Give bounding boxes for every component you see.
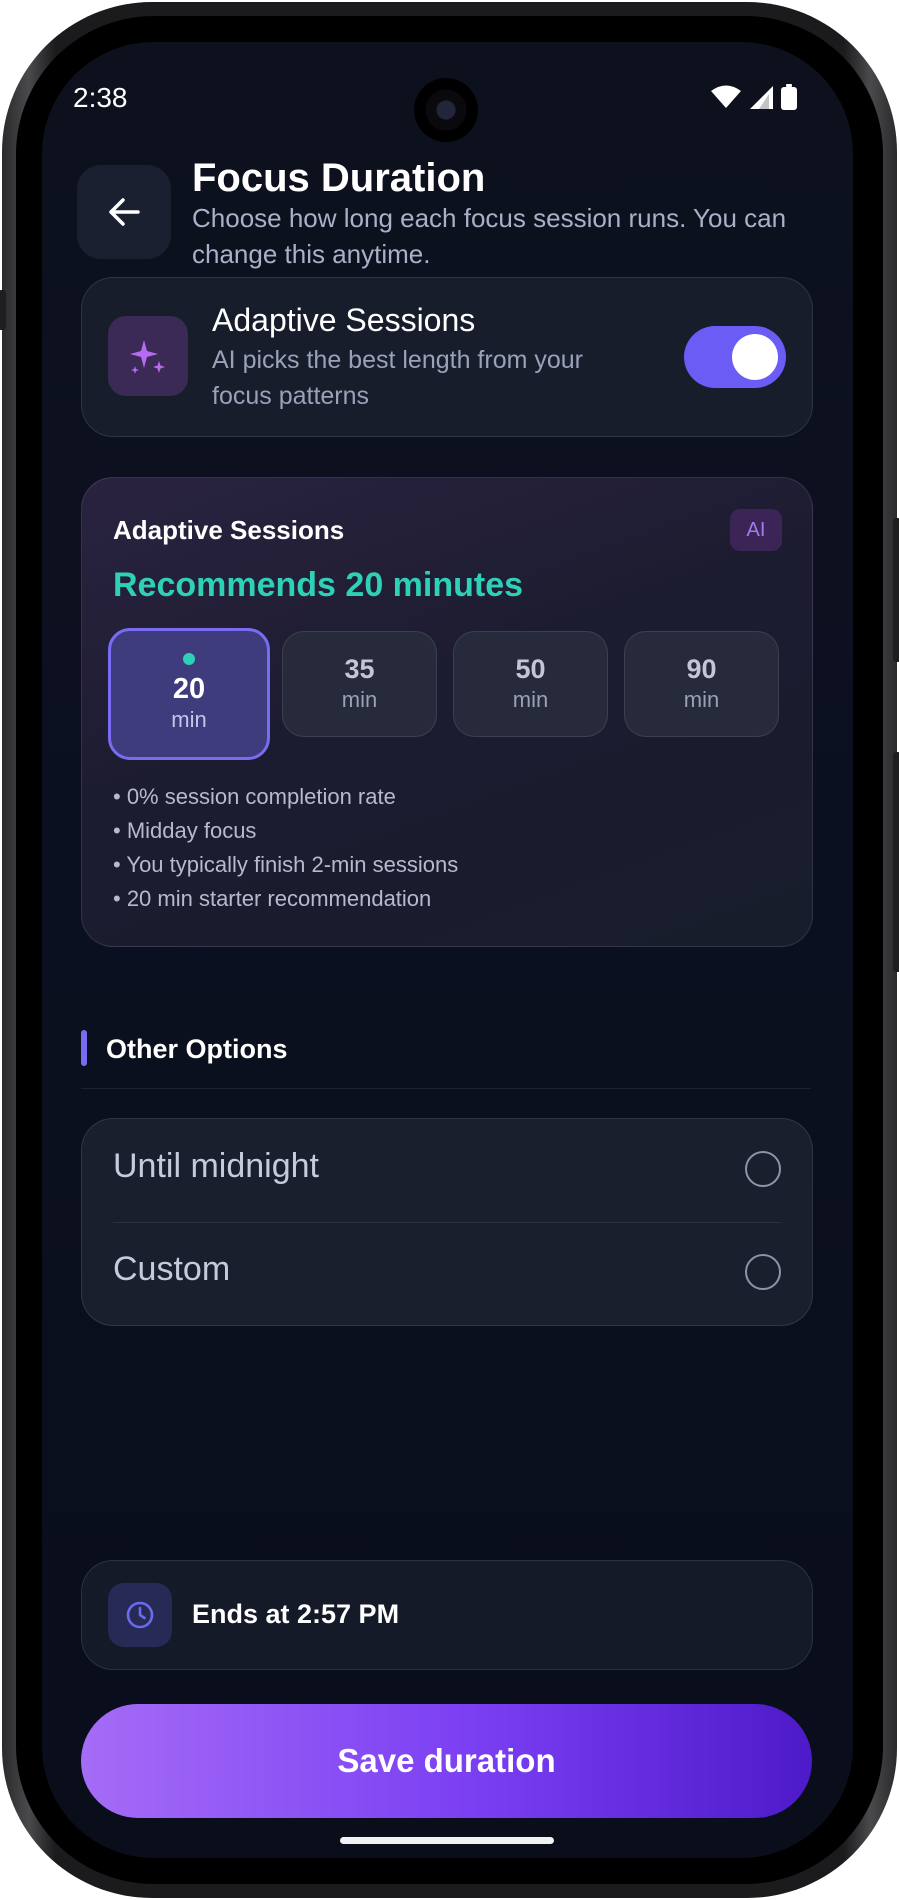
duration-unit: min [683, 687, 720, 712]
page-subtitle: Choose how long each focus session runs.… [192, 203, 787, 269]
other-options-title: Other Options [106, 1034, 288, 1064]
home-indicator[interactable] [340, 1837, 554, 1844]
page-title: Focus Duration [192, 156, 486, 200]
clock-icon [126, 1601, 154, 1629]
side-button-right-1 [893, 518, 899, 662]
volume-button [0, 290, 6, 330]
toggle-knob [732, 334, 778, 380]
recommendation-label: Adaptive Sessions [113, 515, 345, 545]
status-icons [711, 84, 797, 110]
recommendation-headline: Recommends 20 minutes [113, 566, 524, 604]
reason-item: • 0% session completion rate [113, 784, 396, 809]
duration-value: 50 [515, 654, 546, 684]
duration-value: 20 [172, 673, 206, 705]
adaptive-sessions-title: Adaptive Sessions [212, 302, 476, 338]
front-camera [414, 78, 478, 142]
ai-badge: AI [730, 509, 782, 551]
duration-value: 35 [344, 654, 375, 684]
screen: 2:38 Focus Duration Choose how long each… [42, 42, 853, 1858]
status-time: 2:38 [73, 82, 128, 113]
duration-option-90[interactable]: 90 min [624, 631, 779, 737]
clock-icon-box [108, 1583, 172, 1647]
back-arrow-icon [109, 198, 140, 226]
section-divider [81, 1088, 811, 1089]
recommendation-card: Adaptive Sessions AI Recommends 20 minut… [81, 477, 813, 947]
sparkle-icon [130, 340, 165, 374]
other-options-card: Until midnight Custom [81, 1118, 813, 1326]
option-label: Custom [113, 1250, 231, 1288]
radio-button[interactable] [745, 1151, 781, 1187]
option-until-midnight[interactable]: Until midnight [82, 1119, 812, 1223]
adaptive-sessions-card: Adaptive Sessions AI picks the best leng… [81, 277, 813, 437]
reason-item: • 20 min starter recommendation [113, 886, 432, 911]
wifi-icon [711, 85, 741, 108]
duration-option-50[interactable]: 50 min [453, 631, 608, 737]
recommended-dot [183, 653, 195, 665]
duration-option-35[interactable]: 35 min [282, 631, 437, 737]
duration-value: 90 [686, 654, 717, 684]
recommendation-reasons: • 0% session completion rate • Midday fo… [113, 780, 458, 916]
option-label: Until midnight [113, 1147, 319, 1185]
duration-option-20[interactable]: 20 min [108, 628, 270, 760]
option-custom[interactable]: Custom [82, 1222, 812, 1325]
save-duration-button[interactable]: Save duration [81, 1704, 812, 1818]
section-accent-bar [81, 1030, 87, 1066]
duration-unit: min [341, 687, 378, 712]
sparkle-icon-box [108, 316, 188, 396]
duration-unit: min [512, 687, 549, 712]
reason-item: • You typically finish 2-min sessions [113, 852, 459, 877]
end-time-card: Ends at 2:57 PM [81, 1560, 813, 1670]
adaptive-sessions-description: AI picks the best length from your focus… [212, 346, 584, 410]
adaptive-sessions-toggle[interactable] [684, 326, 786, 388]
battery-icon [781, 84, 797, 110]
duration-unit: min [171, 707, 207, 732]
side-button-right-2 [893, 752, 899, 972]
radio-button[interactable] [745, 1254, 781, 1290]
reason-item: • Midday focus [113, 818, 257, 843]
signal-icon [750, 86, 773, 109]
end-time-text: Ends at 2:57 PM [192, 1599, 400, 1629]
back-button[interactable] [77, 165, 171, 259]
